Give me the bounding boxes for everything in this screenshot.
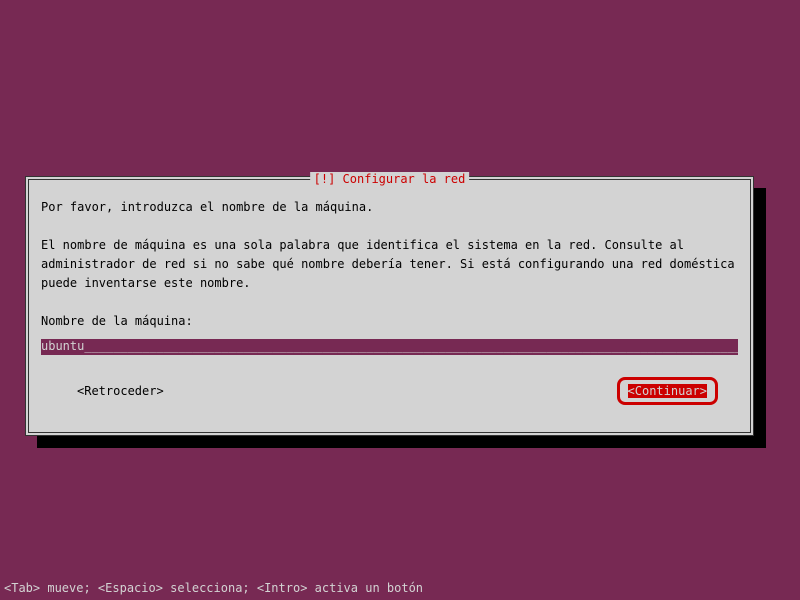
button-row: <Retroceder> <Continuar> (41, 377, 738, 405)
back-button[interactable]: <Retroceder> (77, 384, 164, 398)
continue-highlight: <Continuar> (617, 377, 718, 405)
input-underline: ________________________________________… (41, 339, 738, 353)
status-bar: <Tab> mueve; <Espacio> selecciona; <Intr… (4, 581, 423, 595)
dialog-intro: Por favor, introduzca el nombre de la má… (41, 198, 738, 217)
input-value: ubuntu (41, 339, 84, 353)
dialog-window: [!] Configurar la red Por favor, introdu… (25, 176, 754, 436)
field-label: Nombre de la máquina: (41, 312, 738, 331)
hostname-input[interactable]: ________________________________________… (41, 339, 738, 355)
dialog-title: [!] Configurar la red (310, 172, 470, 186)
continue-button[interactable]: <Continuar> (628, 384, 707, 398)
dialog-description: El nombre de máquina es una sola palabra… (41, 236, 738, 293)
dialog-inner-frame: [!] Configurar la red Por favor, introdu… (28, 179, 751, 433)
